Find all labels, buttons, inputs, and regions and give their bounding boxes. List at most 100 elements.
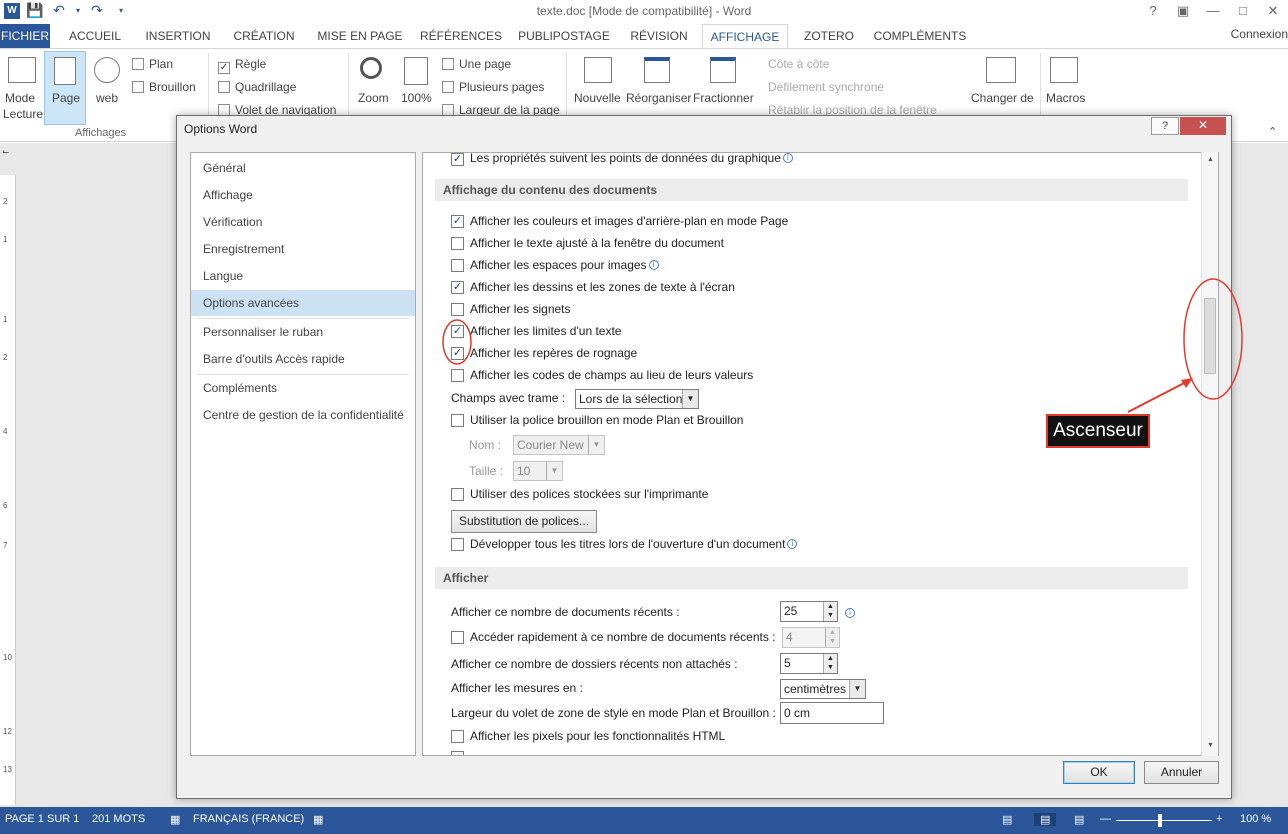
changer-fenetre-label[interactable]: Changer de	[971, 91, 1034, 105]
spinner-arrows-icon[interactable]: ▲ ▼	[823, 602, 837, 621]
zoom-in-icon[interactable]: +	[1216, 813, 1222, 825]
nav-enregistrement[interactable]: Enregistrement	[191, 236, 415, 262]
nav-options-avancees[interactable]: Options avancées	[191, 290, 415, 316]
spinner-value: 4	[786, 630, 793, 644]
fractionner-label[interactable]: Fractionner	[693, 91, 754, 105]
zoom-out-icon[interactable]: —	[1100, 813, 1111, 825]
macros-label[interactable]: Macros	[1046, 91, 1085, 105]
checkbox-couleurs-arriere-plan[interactable]: ✓	[451, 215, 464, 228]
nav-centre-confidentialite[interactable]: Centre de gestion de la confidentialité	[191, 402, 415, 428]
mesures-dropdown[interactable]: centimètres ▼	[780, 679, 866, 699]
zoom-slider[interactable]	[1116, 820, 1212, 821]
cote-a-cote-button[interactable]: Côte à côte	[768, 57, 829, 71]
tab-publipostage[interactable]: PUBLIPOSTAGE	[514, 24, 614, 48]
tab-revision[interactable]: RÉVISION	[624, 24, 694, 48]
web-view-label[interactable]: web	[96, 91, 118, 105]
checkbox-developper-titres[interactable]	[451, 538, 464, 551]
nav-affichage[interactable]: Affichage	[191, 182, 415, 208]
defilement-synchrone-button[interactable]: Défilement synchrone	[768, 80, 884, 94]
acceder-spinner[interactable]: 4 ▲ ▼	[782, 627, 840, 648]
nouvelle-fenetre-label[interactable]: Nouvelle	[574, 91, 621, 105]
tab-accueil[interactable]: ACCUEIL	[60, 24, 130, 48]
substitution-polices-button[interactable]: Substitution de polices...	[451, 510, 597, 533]
tab-selector[interactable]: ⌙	[2, 146, 14, 158]
dialog-close-button[interactable]: ✕	[1180, 117, 1226, 135]
spinner-arrows-icon[interactable]: ▲ ▼	[825, 628, 839, 647]
nom-police-dropdown[interactable]: Courier New ▼	[513, 435, 605, 455]
checkbox-limites-texte[interactable]: ✓	[451, 325, 464, 338]
maximize-icon[interactable]: □	[1228, 0, 1258, 22]
status-page[interactable]: PAGE 1 SUR 1	[5, 813, 79, 825]
zoom-button-label[interactable]: Zoom	[358, 91, 389, 105]
switch-window-icon	[986, 57, 1016, 83]
tab-creation[interactable]: CRÉATION	[226, 24, 302, 48]
mode-lecture-label-2[interactable]: Lecture	[3, 107, 43, 121]
zoom-slider-thumb[interactable]	[1158, 814, 1162, 827]
scroll-down-icon[interactable]: ▼	[1202, 738, 1219, 754]
tab-affichage[interactable]: AFFICHAGE	[702, 24, 788, 49]
checkbox[interactable]: ✓	[451, 153, 464, 166]
tab-fichier[interactable]: FICHIER	[0, 24, 50, 48]
status-language[interactable]: FRANÇAIS (FRANCE)	[193, 813, 304, 825]
tab-references[interactable]: RÉFÉRENCES	[418, 24, 504, 48]
scrollbar-thumb[interactable]	[1204, 298, 1216, 374]
tab-insertion[interactable]: INSERTION	[138, 24, 218, 48]
plusieurs-pages-button[interactable]: Plusieurs pages	[442, 80, 544, 94]
page-view-icon	[54, 57, 76, 85]
checkbox-pixels-html[interactable]	[451, 730, 464, 743]
print-layout-view-icon[interactable]: ▤	[1034, 813, 1057, 826]
zoom-100-label[interactable]: 100%	[401, 91, 432, 105]
proofing-icon[interactable]: ▦	[170, 813, 180, 826]
plan-view-button[interactable]: Plan	[132, 57, 173, 71]
checkbox-signets[interactable]	[451, 303, 464, 316]
collapse-ribbon-icon[interactable]: ⌃	[1268, 125, 1277, 138]
tab-mise-en-page[interactable]: MISE EN PAGE	[310, 24, 410, 48]
largeur-volet-input[interactable]: 0 cm	[780, 702, 884, 724]
page-view-label[interactable]: Page	[52, 91, 80, 105]
quadrillage-checkbox[interactable]: Quadrillage	[218, 80, 296, 94]
checkbox-espaces-images[interactable]	[451, 259, 464, 272]
reorganiser-label[interactable]: Réorganiser	[626, 91, 691, 105]
ok-button[interactable]: OK	[1063, 761, 1135, 784]
checkbox-codes-champs[interactable]	[451, 369, 464, 382]
ribbon-display-icon[interactable]: ▣	[1168, 0, 1198, 22]
spinner-arrows-icon[interactable]: ▲ ▼	[823, 654, 837, 673]
nav-general[interactable]: Général	[191, 155, 415, 181]
web-layout-view-icon[interactable]: ▤	[1074, 813, 1084, 826]
docs-recents-spinner[interactable]: 25 ▲ ▼	[780, 601, 838, 622]
nav-langue[interactable]: Langue	[191, 263, 415, 289]
nav-verification[interactable]: Vérification	[191, 209, 415, 235]
macro-record-icon[interactable]: ▦	[313, 813, 323, 826]
brouillon-view-button[interactable]: Brouillon	[132, 80, 196, 94]
nav-complements[interactable]: Compléments	[191, 375, 415, 401]
nav-personnaliser-ruban[interactable]: Personnaliser le ruban	[191, 319, 415, 345]
scroll-up-icon[interactable]: ▲	[1202, 152, 1219, 168]
taille-police-dropdown[interactable]: 10 ▼	[513, 461, 563, 481]
checkbox-dessins-zones[interactable]: ✓	[451, 281, 464, 294]
checkbox-police-brouillon[interactable]	[451, 414, 464, 427]
dossiers-recents-spinner[interactable]: 5 ▲ ▼	[780, 653, 838, 674]
cancel-button[interactable]: Annuler	[1144, 761, 1219, 784]
checkbox-texte-ajuste[interactable]	[451, 237, 464, 250]
tab-zotero[interactable]: ZOTERO	[796, 24, 862, 48]
checkbox-partial[interactable]	[451, 751, 464, 755]
options-scrollbar[interactable]: ▲ ▼	[1201, 152, 1218, 756]
nav-barre-acces-rapide[interactable]: Barre d'outils Accès rapide	[191, 346, 415, 372]
dialog-help-button[interactable]: ?	[1151, 117, 1179, 135]
checkbox-reperes-rognage[interactable]: ✓	[451, 347, 464, 360]
tab-complements[interactable]: COMPLÉMENTS	[870, 24, 970, 48]
champs-trame-dropdown[interactable]: Lors de la sélection ▼	[575, 389, 699, 409]
status-zoom-level[interactable]: 100 %	[1240, 813, 1271, 825]
minimize-icon[interactable]: —	[1198, 0, 1228, 22]
regle-checkbox[interactable]: ✓ Règle	[218, 57, 266, 74]
mode-lecture-label-1[interactable]: Mode	[5, 91, 35, 105]
checkbox-polices-imprimante[interactable]	[451, 488, 464, 501]
close-icon[interactable]: ✕	[1258, 0, 1288, 22]
signin-link[interactable]: Connexion	[1231, 27, 1288, 41]
help-icon[interactable]: ?	[1138, 0, 1168, 22]
checkbox-acceder-rapidement[interactable]	[451, 631, 464, 644]
une-page-button[interactable]: Une page	[442, 57, 511, 71]
read-mode-view-icon[interactable]: ▤	[1002, 813, 1012, 826]
window-controls: ? ▣ — □ ✕	[1138, 0, 1288, 22]
status-word-count[interactable]: 201 MOTS	[92, 813, 145, 825]
